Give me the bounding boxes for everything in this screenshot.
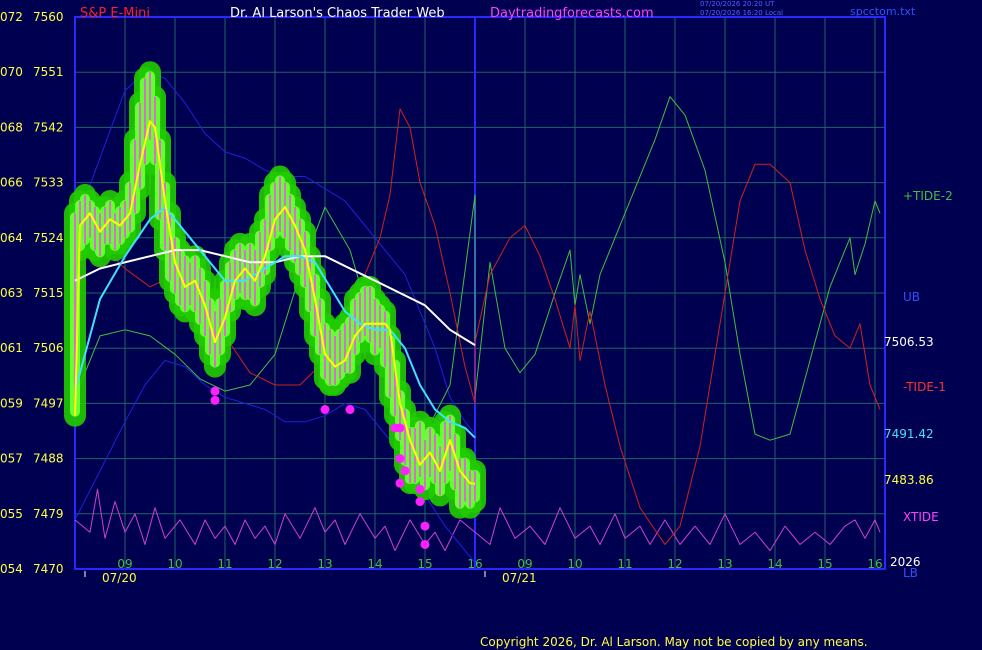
signal-dot (400, 466, 410, 476)
signal-dot (395, 423, 405, 433)
y-tick-right: 7479 (33, 507, 64, 521)
y-tick-right: 7470 (33, 562, 64, 576)
label-lower-band: LB (903, 566, 918, 580)
y-tick-left: 054 (0, 562, 23, 576)
label-upper-band: UB (903, 290, 921, 304)
signal-dot (420, 521, 430, 531)
chaos-chart: 072 7560 070 7551 068 7542 066 7533 064 7524 063 75… (0, 10, 886, 585)
label-last-ema: 7491.42 (884, 427, 934, 441)
y-tick-left: 072 (0, 10, 23, 24)
label-tide-minus: -TIDE-1 (903, 380, 946, 394)
y-tick-right: 7533 (33, 176, 64, 190)
y-tick-right: 7515 (33, 286, 64, 300)
site-link[interactable]: Daytradingforecasts.com (490, 7, 654, 20)
y-tick-left: 057 (0, 452, 23, 466)
y-tick-right: 7542 (33, 120, 64, 134)
y-tick-right: 7560 (33, 10, 64, 24)
y-tick-right: 7488 (33, 452, 64, 466)
y-tick-right: 7551 (33, 65, 64, 79)
signal-dot (210, 386, 220, 396)
y-tick-right: 7506 (33, 341, 64, 355)
y-tick-left: 066 (0, 176, 23, 190)
y-tick-left: 068 (0, 120, 23, 134)
signal-dot (415, 484, 425, 494)
y-tick-left: 064 (0, 231, 23, 245)
signal-dot (320, 405, 330, 415)
label-xtide: XTIDE (903, 510, 939, 524)
symbol-title: S&P E-Mini (80, 6, 150, 21)
y-tick-right: 7524 (33, 231, 64, 245)
y-tick-left: 061 (0, 341, 23, 355)
signal-dot (210, 395, 220, 405)
signal-dot (395, 478, 405, 488)
ut-timestamp: 07/20/2026 20:20 UT (700, 0, 775, 8)
copyright-notice: Copyright 2026, Dr. Al Larson. May not b… (480, 635, 868, 649)
label-last-close: 7483.86 (884, 473, 934, 487)
date-label: 07/21 (502, 571, 537, 585)
y-tick-left: 063 (0, 286, 23, 300)
signal-dot (420, 539, 430, 549)
y-tick-left: 059 (0, 396, 23, 410)
y-tick-right: 7497 (33, 396, 64, 410)
local-timestamp: 07/20/2026 16:20 Local (700, 9, 784, 17)
label-last-ma: 7506.53 (884, 335, 934, 349)
label-tide-plus: +TIDE-2 (903, 189, 953, 203)
y-tick-left: 055 (0, 507, 23, 521)
data-file-name: spcctom.txt (850, 5, 916, 18)
signal-dot (395, 454, 405, 464)
y-tick-left: 070 (0, 65, 23, 79)
date-label: 07/20 (102, 571, 137, 585)
signal-dot (415, 497, 425, 507)
signal-dot (345, 405, 355, 415)
chart-title: Dr. Al Larson's Chaos Trader Web (230, 6, 445, 21)
